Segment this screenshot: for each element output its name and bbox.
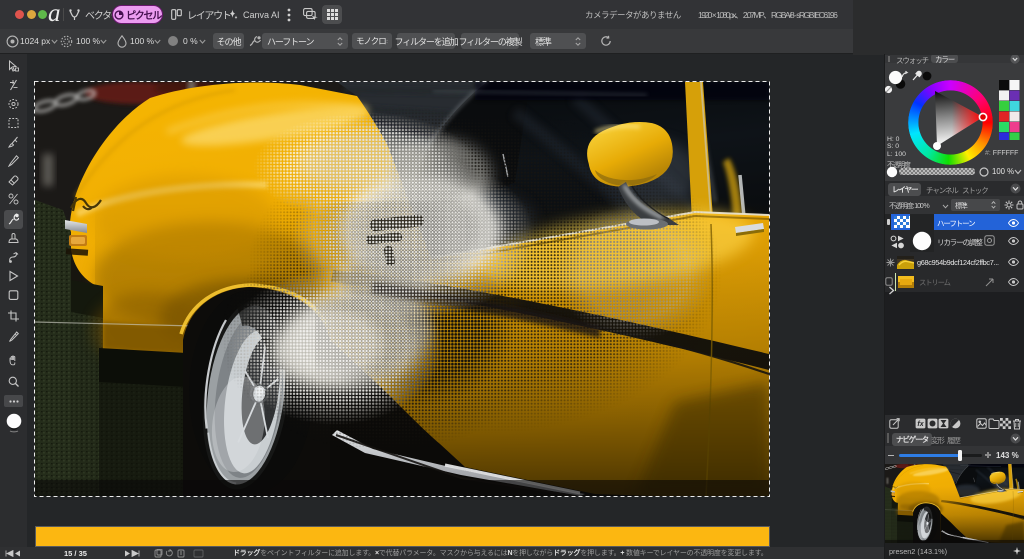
svg-text:fx: fx bbox=[917, 421, 924, 428]
